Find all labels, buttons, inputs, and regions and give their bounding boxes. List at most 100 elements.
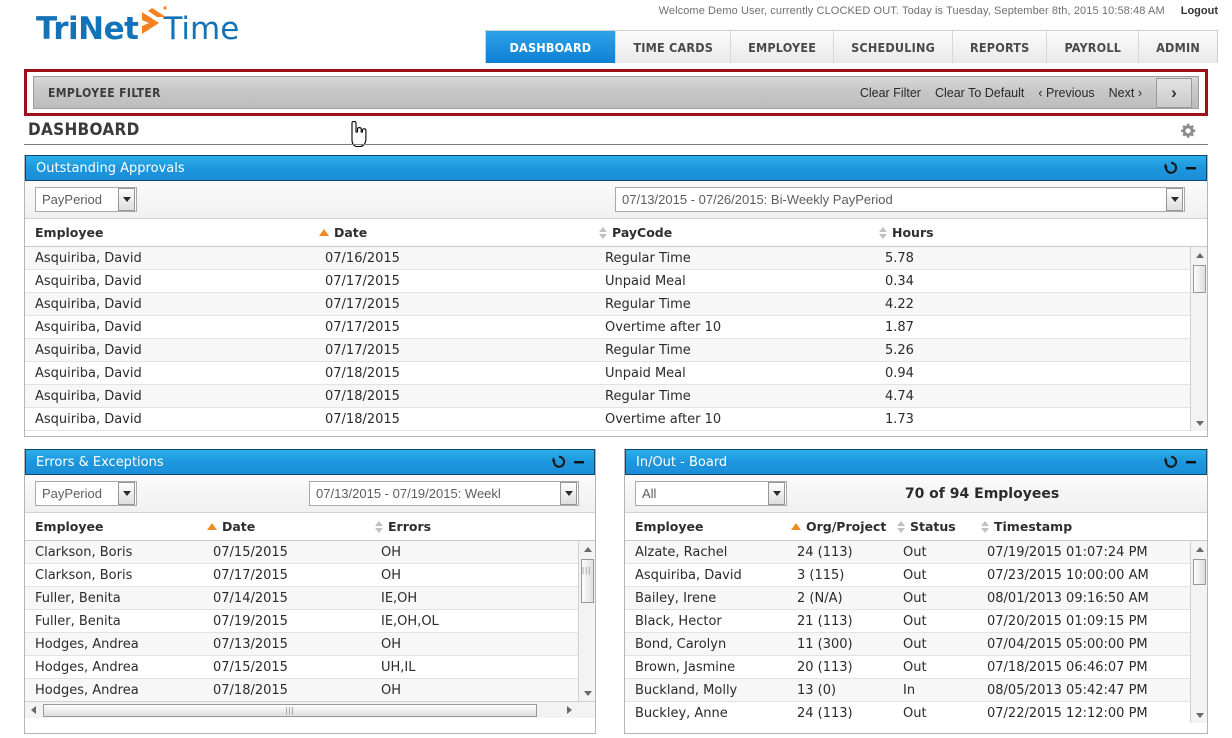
title-divider [24,144,1208,145]
ee-period-type-select[interactable]: PayPeriod [35,481,137,506]
employee-filter-highlight: EMPLOYEE FILTER Clear Filter Clear To De… [24,69,1208,148]
minimize-icon[interactable] [1185,456,1197,468]
ee-horizontal-scrollbar[interactable]: ||| [25,701,595,718]
table-row[interactable]: Brown, Jasmine 20 (113) Out 07/18/2015 06:4… [625,656,1207,679]
logout-link[interactable]: Logout [1181,5,1218,17]
oa-col-employee[interactable]: Employee [25,225,315,240]
table-row[interactable]: Fuller, Benita 07/19/2015 IE,OH,OL [25,610,595,633]
iob-filter-select[interactable]: All [635,481,787,506]
cell-status: Out [903,705,927,721]
clear-filter-link[interactable]: Clear Filter [860,86,921,100]
table-row[interactable]: Fuller, Benita 07/14/2015 IE,OH [25,587,595,610]
table-row[interactable]: Alzate, Rachel 24 (113) Out 07/19/2015 01:0… [625,541,1207,564]
refresh-icon[interactable] [552,455,566,469]
table-row[interactable]: Buckland, Molly 13 (0) In 08/05/2013 05:42:… [625,679,1207,702]
cell-timestamp: 07/04/2015 05:00:00 PM [987,636,1148,652]
cell-timestamp: 08/01/2013 09:16:50 AM [987,590,1149,606]
nav-tab-employee[interactable]: EMPLOYEE [731,31,835,63]
scroll-up-button[interactable] [579,541,595,557]
chevron-down-icon[interactable] [118,482,135,505]
main-navigation[interactable]: DASHBOARD TIME CARDS EMPLOYEE SCHEDULING… [484,30,1218,63]
table-row[interactable]: Asquiriba, David 07/16/2015 Regular Time 5.… [25,247,1207,270]
scroll-right-button[interactable] [561,702,578,718]
scrollbar-thumb[interactable]: ||| [43,704,537,717]
chevron-down-icon[interactable] [768,482,785,505]
minimize-icon[interactable] [573,456,585,468]
ee-col-errors[interactable]: Errors [371,519,557,534]
scrollbar-thumb[interactable] [1193,559,1206,585]
iob-col-status[interactable]: Status [893,519,977,534]
nav-tab-reports[interactable]: REPORTS [953,31,1048,63]
scroll-up-button[interactable] [1191,541,1207,557]
table-row[interactable]: Black, Hector 21 (113) Out 07/20/2015 01:09… [625,610,1207,633]
scroll-down-button[interactable] [1191,707,1207,723]
scroll-up-button[interactable] [1191,247,1207,263]
cell-timestamp: 07/18/2015 06:46:07 PM [987,659,1148,675]
table-row[interactable]: Buckley, Anne 24 (113) Out 07/22/2015 12:12… [625,702,1207,723]
iob-vertical-scrollbar[interactable] [1190,541,1207,723]
next-link[interactable]: Next › [1109,86,1142,100]
scroll-down-button[interactable] [579,685,595,701]
nav-tab-dashboard[interactable]: DASHBOARD [485,31,617,63]
cell-employee: Hodges, Andrea [35,636,139,652]
iob-col-employee[interactable]: Employee [625,519,787,534]
table-row[interactable]: Hodges, Andrea 07/18/2015 OH [25,679,595,701]
nav-tab-admin[interactable]: ADMIN [1139,31,1217,63]
clear-to-default-link[interactable]: Clear To Default [935,86,1024,100]
table-row[interactable]: Asquiriba, David 07/17/2015 Overtime after… [25,316,1207,339]
employee-filter-bar[interactable]: EMPLOYEE FILTER Clear Filter Clear To De… [33,76,1199,109]
iob-col-timestamp[interactable]: Timestamp [977,519,1169,534]
previous-link[interactable]: ‹ Previous [1038,86,1094,100]
cell-errors: OH [381,544,402,560]
table-row[interactable]: Asquiriba, David 07/18/2015 Unpaid Meal 0.9… [25,362,1207,385]
scrollbar-thumb[interactable]: ||| [581,559,594,603]
cell-date: 07/16/2015 [325,250,400,266]
refresh-icon[interactable] [1164,455,1178,469]
minimize-icon[interactable] [1185,162,1197,174]
app-header: TriNet Time Welcome Demo User, currently… [0,0,1232,70]
oa-col-paycode[interactable]: PayCode [595,225,875,240]
scrollbar-thumb[interactable] [1193,265,1206,293]
ee-table-header: Employee Date Errors [25,513,595,541]
cell-hours: 5.78 [885,250,914,266]
iob-col-org-project[interactable]: Org/Project [787,519,893,534]
sort-icon [981,520,989,533]
chevron-down-icon[interactable] [1166,188,1183,211]
oa-period-type-select[interactable]: PayPeriod [35,187,137,212]
oa-col-date[interactable]: Date [315,225,595,240]
nav-tab-time-cards[interactable]: TIME CARDS [616,31,732,63]
cell-status: Out [903,544,927,560]
nav-tab-payroll[interactable]: PAYROLL [1047,31,1140,63]
table-row[interactable]: Clarkson, Boris 07/17/2015 OH [25,564,595,587]
table-row[interactable]: Asquiriba, David 3 (115) Out 07/23/2015 10:… [625,564,1207,587]
table-row[interactable]: Bailey, Irene 2 (N/A) Out 08/01/2013 09:16:… [625,587,1207,610]
sort-ascending-icon [319,229,329,236]
refresh-icon[interactable] [1164,161,1178,175]
cell-employee: Asquiriba, David [35,273,142,289]
scroll-left-button[interactable] [25,702,42,718]
table-row[interactable]: Asquiriba, David 07/17/2015 Regular Time 4.… [25,293,1207,316]
cell-hours: 1.87 [885,319,914,335]
oa-col-hours[interactable]: Hours [875,225,1165,240]
expand-filter-button[interactable]: › [1156,77,1192,108]
table-row[interactable]: Asquiriba, David 07/18/2015 Overtime after… [25,408,1207,431]
chevron-down-icon[interactable] [560,482,577,505]
employee-filter-label: EMPLOYEE FILTER [48,85,161,100]
oa-period-range-select[interactable]: 07/13/2015 - 07/26/2015: Bi-Weekly PayPe… [615,187,1185,212]
table-row[interactable]: Asquiriba, David 07/18/2015 Regular Time 4.… [25,385,1207,408]
chevron-down-icon[interactable] [118,188,135,211]
nav-tab-scheduling[interactable]: SCHEDULING [834,31,954,63]
table-row[interactable]: Asquiriba, David 07/17/2015 Regular Time 5.… [25,339,1207,362]
gear-icon[interactable] [1180,123,1196,144]
scroll-down-button[interactable] [1191,415,1207,431]
ee-vertical-scrollbar[interactable]: ||| [578,541,595,701]
table-row[interactable]: Hodges, Andrea 07/15/2015 UH,IL [25,656,595,679]
ee-period-range-select[interactable]: 07/13/2015 - 07/19/2015: Weekl [309,481,579,506]
table-row[interactable]: Clarkson, Boris 07/15/2015 OH [25,541,595,564]
table-row[interactable]: Asquiriba, David 07/17/2015 Unpaid Meal 0.3… [25,270,1207,293]
ee-col-date[interactable]: Date [203,519,371,534]
ee-col-employee[interactable]: Employee [25,519,203,534]
table-row[interactable]: Bond, Carolyn 11 (300) Out 07/04/2015 05:00… [625,633,1207,656]
oa-vertical-scrollbar[interactable] [1190,247,1207,431]
table-row[interactable]: Hodges, Andrea 07/13/2015 OH [25,633,595,656]
